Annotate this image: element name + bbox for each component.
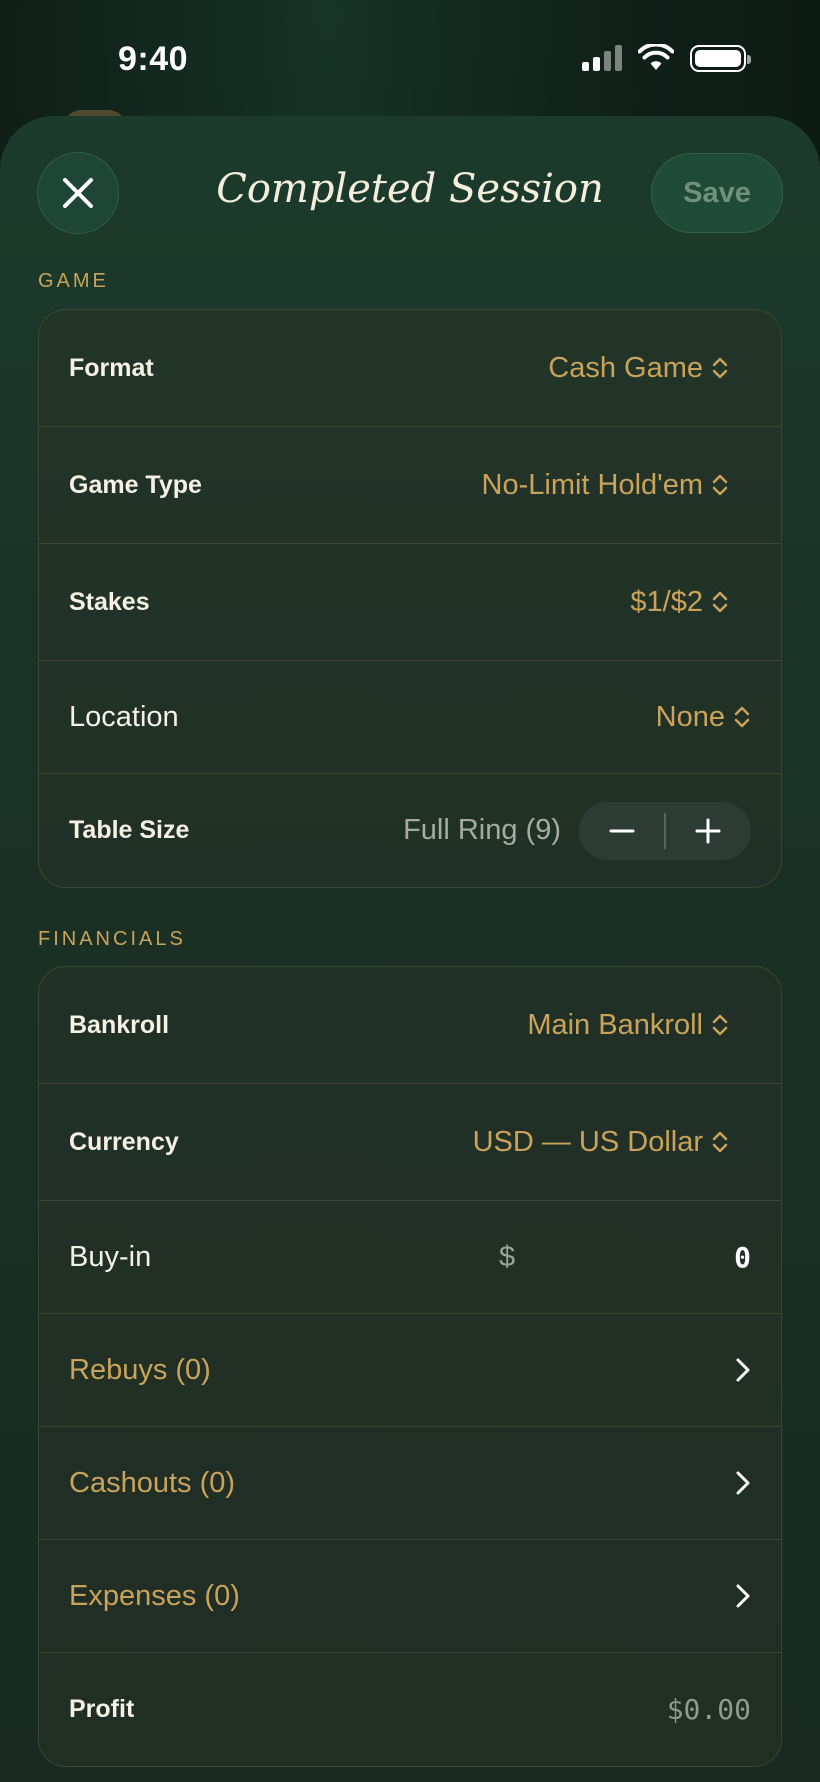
stakes-value: $1/$2 (630, 585, 703, 618)
location-value: None (655, 700, 725, 733)
location-picker[interactable]: None (656, 701, 751, 734)
chevron-right-icon (736, 1358, 750, 1382)
expenses-label: Expenses (0) (69, 1579, 240, 1612)
rebuys-label: Rebuys (0) (69, 1353, 211, 1386)
save-button[interactable]: Save (651, 153, 783, 233)
stakes-label: Stakes (69, 587, 150, 616)
decrement-button[interactable] (579, 802, 664, 860)
currency-value: USD — US Dollar (472, 1125, 703, 1158)
plus-icon (695, 818, 721, 843)
currency-picker[interactable]: USD — US Dollar (473, 1126, 729, 1159)
rebuys-row[interactable]: Rebuys (0) (39, 1314, 781, 1427)
buyin-input[interactable]: 0 (734, 1241, 751, 1274)
chevron-right-icon (736, 1471, 750, 1495)
table-size-stepper (579, 801, 751, 860)
cashouts-row[interactable]: Cashouts (0) (39, 1427, 781, 1540)
updown-chevron-icon (712, 1131, 728, 1153)
table-size-value: Full Ring (9) (403, 814, 561, 846)
currency-label: Currency (69, 1127, 179, 1156)
financials-card: Bankroll Main Bankroll Currency USD — US… (38, 966, 782, 1767)
section-label-financials: FINANCIALS (38, 928, 186, 950)
game-type-row[interactable]: Game Type No-Limit Hold'em (39, 427, 781, 544)
format-picker[interactable]: Cash Game (548, 352, 729, 385)
buyin-label: Buy-in (69, 1240, 152, 1273)
session-sheet: Completed Session Save GAME Format Cash … (0, 116, 820, 1782)
game-card: Format Cash Game Game Type No-Limit Hold… (38, 309, 782, 888)
table-size-row: Table Size Full Ring (9) (39, 774, 781, 887)
profit-label: Profit (69, 1695, 135, 1723)
location-label: Location (69, 700, 179, 733)
battery-icon (690, 44, 751, 72)
status-icons (582, 44, 751, 72)
chevron-right-icon (736, 1584, 750, 1608)
wifi-icon (638, 44, 674, 70)
game-type-value: No-Limit Hold'em (481, 468, 703, 501)
minus-icon (609, 829, 635, 832)
bankroll-picker[interactable]: Main Bankroll (527, 1009, 729, 1042)
bankroll-value: Main Bankroll (527, 1008, 703, 1041)
bankroll-label: Bankroll (69, 1010, 170, 1039)
format-row[interactable]: Format Cash Game (39, 310, 781, 427)
bankroll-row[interactable]: Bankroll Main Bankroll (39, 967, 781, 1084)
location-row[interactable]: Location None (39, 661, 781, 774)
buyin-row[interactable]: Buy-in $ 0 (39, 1201, 781, 1314)
game-type-picker[interactable]: No-Limit Hold'em (482, 469, 729, 502)
format-value: Cash Game (548, 351, 703, 384)
increment-button[interactable] (666, 802, 751, 860)
signal-icon (582, 45, 622, 71)
cashouts-label: Cashouts (0) (69, 1466, 236, 1499)
buyin-currency-symbol: $ (499, 1240, 516, 1273)
table-size-label: Table Size (69, 816, 190, 844)
stakes-picker[interactable]: $1/$2 (630, 586, 729, 619)
profit-value: $0.00 (666, 1693, 751, 1726)
updown-chevron-icon (712, 357, 728, 379)
expenses-row[interactable]: Expenses (0) (39, 1540, 781, 1653)
format-label: Format (69, 353, 154, 382)
game-type-label: Game Type (69, 470, 202, 499)
updown-chevron-icon (712, 474, 728, 496)
section-label-game: GAME (38, 270, 109, 292)
status-bar: 9:40 (0, 0, 820, 110)
currency-row[interactable]: Currency USD — US Dollar (39, 1084, 781, 1201)
updown-chevron-icon (712, 591, 728, 613)
sheet-header: Completed Session Save (0, 116, 820, 236)
screen: 9:40 Completed Session Save GAME Format … (0, 0, 820, 1782)
stakes-row[interactable]: Stakes $1/$2 (39, 544, 781, 661)
updown-chevron-icon (712, 1014, 728, 1036)
updown-chevron-icon (734, 706, 750, 728)
profit-row: Profit $0.00 (39, 1653, 781, 1766)
status-time: 9:40 (118, 40, 189, 78)
